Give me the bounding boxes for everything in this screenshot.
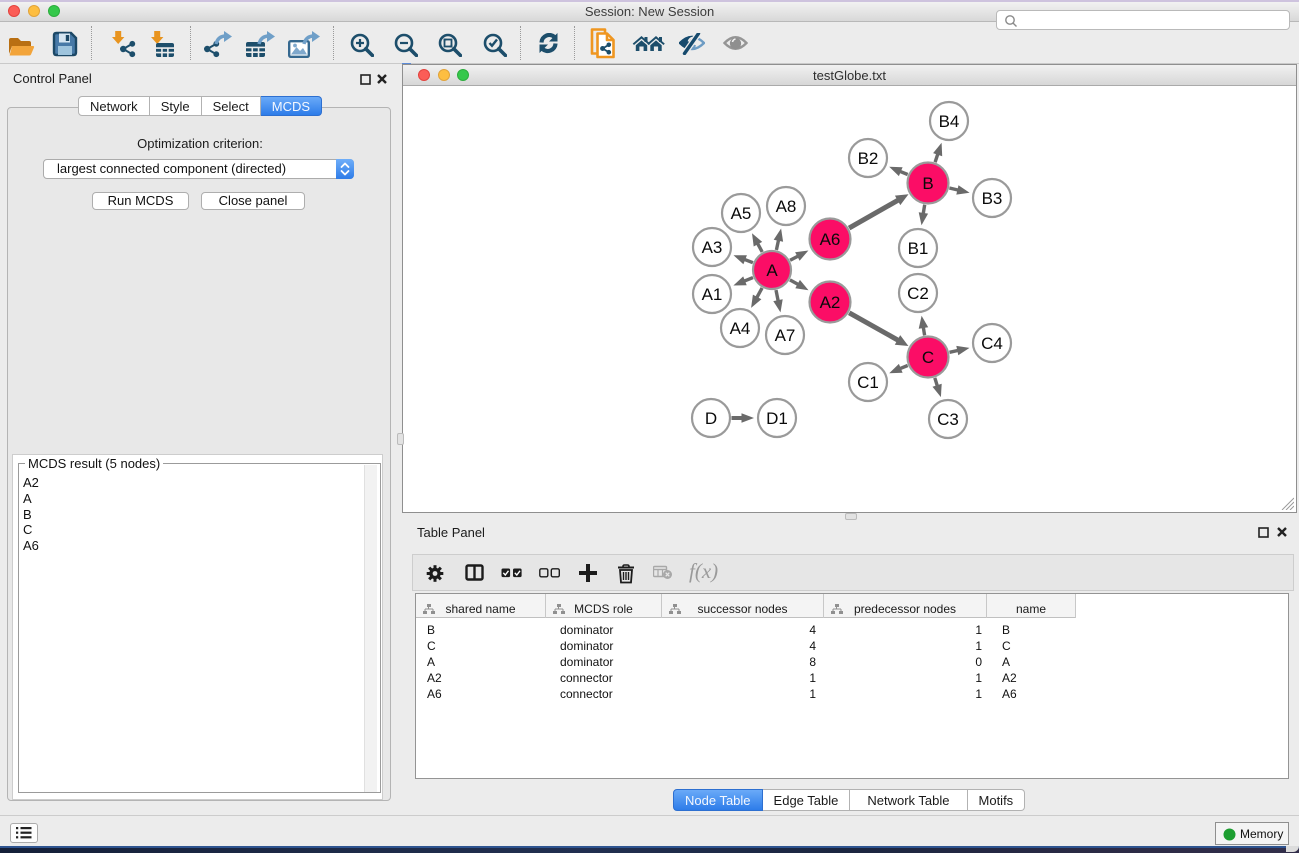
svg-text:D: D: [705, 409, 717, 428]
svg-text:C3: C3: [937, 410, 959, 429]
svg-text:C: C: [922, 348, 934, 367]
svg-text:A5: A5: [731, 204, 752, 223]
svg-text:B2: B2: [858, 149, 879, 168]
svg-text:C2: C2: [907, 284, 929, 303]
svg-text:C1: C1: [857, 373, 879, 392]
svg-text:B1: B1: [908, 239, 929, 258]
svg-text:A8: A8: [776, 197, 797, 216]
svg-text:A2: A2: [820, 293, 841, 312]
svg-text:A: A: [766, 261, 778, 280]
svg-text:C4: C4: [981, 334, 1003, 353]
svg-text:B4: B4: [939, 112, 960, 131]
svg-text:A3: A3: [702, 238, 723, 257]
svg-text:B3: B3: [982, 189, 1003, 208]
svg-text:A1: A1: [702, 285, 723, 304]
svg-text:B: B: [922, 174, 933, 193]
svg-text:D1: D1: [766, 409, 788, 428]
svg-text:A7: A7: [775, 326, 796, 345]
svg-text:A4: A4: [730, 319, 751, 338]
svg-text:A6: A6: [820, 230, 841, 249]
